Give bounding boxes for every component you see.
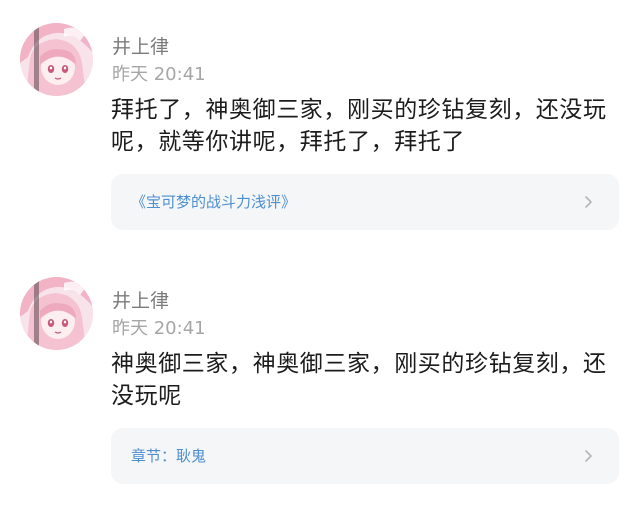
linked-article-card[interactable]: 《宝可梦的战斗力浅评》: [111, 174, 619, 230]
username[interactable]: 井上律: [112, 36, 169, 58]
timestamp: 昨天 20:41: [112, 64, 206, 85]
username[interactable]: 井上律: [112, 290, 169, 312]
linked-chapter-card[interactable]: 章节：耿鬼: [111, 428, 619, 484]
comment-text: 拜托了，神奥御三家，刚买的珍钻复刻，还没玩呢，就等你讲呢，拜托了，拜托了: [111, 97, 607, 155]
comment-item: 井上律 昨天 20:41 拜托了，神奥御三家，刚买的珍钻复刻，还没玩呢，就等你讲…: [0, 0, 640, 250]
timestamp: 昨天 20:41: [112, 318, 206, 339]
avatar-image: [20, 23, 93, 96]
linked-article-title[interactable]: 《宝可梦的战斗力浅评》: [131, 174, 296, 230]
comment-text: 神奥御三家，神奥御三家，刚买的珍钻复刻，还没玩呢: [111, 351, 607, 409]
comment-item: 井上律 昨天 20:41 神奥御三家，神奥御三家，刚买的珍钻复刻，还没玩呢 章节…: [0, 254, 640, 508]
chevron-right-icon: [581, 195, 595, 209]
avatar-image: [20, 277, 93, 350]
chevron-right-icon: [581, 449, 595, 463]
avatar[interactable]: [20, 277, 93, 350]
avatar[interactable]: [20, 23, 93, 96]
linked-chapter-title[interactable]: 章节：耿鬼: [131, 428, 206, 484]
